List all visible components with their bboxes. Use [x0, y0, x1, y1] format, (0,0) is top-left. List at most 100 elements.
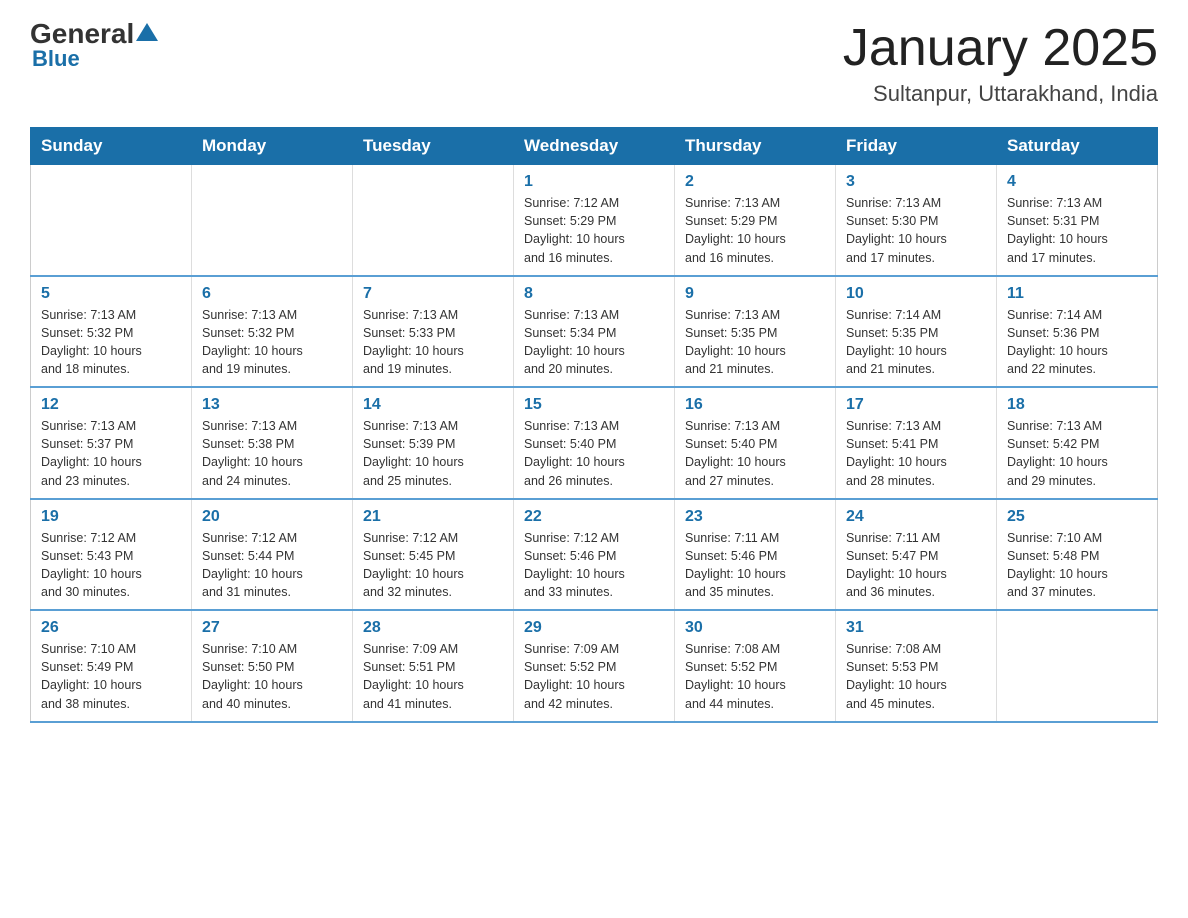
table-row: 26 Sunrise: 7:10 AM Sunset: 5:49 PM Dayli… — [31, 610, 192, 722]
page-header: General Blue January 2025 Sultanpur, Utt… — [30, 20, 1158, 107]
table-row: 8 Sunrise: 7:13 AM Sunset: 5:34 PM Daylig… — [514, 276, 675, 388]
day-number: 7 — [363, 285, 503, 303]
day-info: Sunrise: 7:13 AM Sunset: 5:40 PM Dayligh… — [524, 417, 664, 490]
day-number: 25 — [1007, 508, 1147, 526]
day-number: 18 — [1007, 396, 1147, 414]
table-row: 25 Sunrise: 7:10 AM Sunset: 5:48 PM Dayli… — [997, 499, 1158, 611]
day-number: 4 — [1007, 173, 1147, 191]
day-number: 1 — [524, 173, 664, 191]
col-wednesday: Wednesday — [514, 128, 675, 165]
table-row: 9 Sunrise: 7:13 AM Sunset: 5:35 PM Daylig… — [675, 276, 836, 388]
day-number: 16 — [685, 396, 825, 414]
day-info: Sunrise: 7:13 AM Sunset: 5:30 PM Dayligh… — [846, 194, 986, 267]
table-row: 10Sunrise: 7:14 AM Sunset: 5:35 PM Dayli… — [836, 276, 997, 388]
day-number: 11 — [1007, 285, 1147, 303]
calendar-week-row: 19Sunrise: 7:12 AM Sunset: 5:43 PM Dayli… — [31, 499, 1158, 611]
table-row — [997, 610, 1158, 722]
day-info: Sunrise: 7:13 AM Sunset: 5:34 PM Dayligh… — [524, 306, 664, 379]
table-row: 12 Sunrise: 7:13 AM Sunset: 5:37 PM Dayli… — [31, 387, 192, 499]
table-row: 24Sunrise: 7:11 AM Sunset: 5:47 PM Dayli… — [836, 499, 997, 611]
col-tuesday: Tuesday — [353, 128, 514, 165]
table-row: 17 Sunrise: 7:13 AM Sunset: 5:41 PM Dayli… — [836, 387, 997, 499]
day-info: Sunrise: 7:13 AM Sunset: 5:29 PM Dayligh… — [685, 194, 825, 267]
day-number: 31 — [846, 619, 986, 637]
table-row: 7 Sunrise: 7:13 AM Sunset: 5:33 PM Daylig… — [353, 276, 514, 388]
day-info: Sunrise: 7:11 AM Sunset: 5:46 PM Dayligh… — [685, 529, 825, 602]
day-info: Sunrise: 7:13 AM Sunset: 5:32 PM Dayligh… — [202, 306, 342, 379]
calendar-week-row: 1 Sunrise: 7:12 AM Sunset: 5:29 PM Daylig… — [31, 165, 1158, 276]
table-row: 29 Sunrise: 7:09 AM Sunset: 5:52 PM Dayli… — [514, 610, 675, 722]
calendar-subtitle: Sultanpur, Uttarakhand, India — [843, 81, 1158, 107]
day-number: 29 — [524, 619, 664, 637]
table-row: 1 Sunrise: 7:12 AM Sunset: 5:29 PM Daylig… — [514, 165, 675, 276]
table-row: 14 Sunrise: 7:13 AM Sunset: 5:39 PM Dayli… — [353, 387, 514, 499]
day-number: 9 — [685, 285, 825, 303]
logo-icon — [136, 23, 158, 41]
day-number: 8 — [524, 285, 664, 303]
day-number: 2 — [685, 173, 825, 191]
table-row: 2 Sunrise: 7:13 AM Sunset: 5:29 PM Daylig… — [675, 165, 836, 276]
table-row — [192, 165, 353, 276]
day-info: Sunrise: 7:13 AM Sunset: 5:39 PM Dayligh… — [363, 417, 503, 490]
day-info: Sunrise: 7:13 AM Sunset: 5:31 PM Dayligh… — [1007, 194, 1147, 267]
day-number: 28 — [363, 619, 503, 637]
table-row: 18Sunrise: 7:13 AM Sunset: 5:42 PM Dayli… — [997, 387, 1158, 499]
day-info: Sunrise: 7:13 AM Sunset: 5:32 PM Dayligh… — [41, 306, 181, 379]
day-info: Sunrise: 7:10 AM Sunset: 5:49 PM Dayligh… — [41, 640, 181, 713]
day-info: Sunrise: 7:13 AM Sunset: 5:37 PM Dayligh… — [41, 417, 181, 490]
day-number: 23 — [685, 508, 825, 526]
table-row: 3Sunrise: 7:13 AM Sunset: 5:30 PM Daylig… — [836, 165, 997, 276]
table-row: 4 Sunrise: 7:13 AM Sunset: 5:31 PM Daylig… — [997, 165, 1158, 276]
day-info: Sunrise: 7:12 AM Sunset: 5:45 PM Dayligh… — [363, 529, 503, 602]
table-row: 16Sunrise: 7:13 AM Sunset: 5:40 PM Dayli… — [675, 387, 836, 499]
day-info: Sunrise: 7:13 AM Sunset: 5:35 PM Dayligh… — [685, 306, 825, 379]
day-number: 14 — [363, 396, 503, 414]
day-info: Sunrise: 7:12 AM Sunset: 5:29 PM Dayligh… — [524, 194, 664, 267]
table-row: 28Sunrise: 7:09 AM Sunset: 5:51 PM Dayli… — [353, 610, 514, 722]
day-info: Sunrise: 7:13 AM Sunset: 5:33 PM Dayligh… — [363, 306, 503, 379]
table-row: 6 Sunrise: 7:13 AM Sunset: 5:32 PM Daylig… — [192, 276, 353, 388]
table-row: 5Sunrise: 7:13 AM Sunset: 5:32 PM Daylig… — [31, 276, 192, 388]
day-info: Sunrise: 7:10 AM Sunset: 5:50 PM Dayligh… — [202, 640, 342, 713]
calendar-week-row: 12 Sunrise: 7:13 AM Sunset: 5:37 PM Dayli… — [31, 387, 1158, 499]
day-number: 15 — [524, 396, 664, 414]
table-row: 11 Sunrise: 7:14 AM Sunset: 5:36 PM Dayli… — [997, 276, 1158, 388]
logo-general-text: General — [30, 20, 134, 48]
day-info: Sunrise: 7:14 AM Sunset: 5:35 PM Dayligh… — [846, 306, 986, 379]
day-number: 17 — [846, 396, 986, 414]
day-info: Sunrise: 7:08 AM Sunset: 5:53 PM Dayligh… — [846, 640, 986, 713]
table-row: 22 Sunrise: 7:12 AM Sunset: 5:46 PM Dayli… — [514, 499, 675, 611]
day-info: Sunrise: 7:13 AM Sunset: 5:38 PM Dayligh… — [202, 417, 342, 490]
title-section: January 2025 Sultanpur, Uttarakhand, Ind… — [843, 20, 1158, 107]
day-number: 21 — [363, 508, 503, 526]
day-info: Sunrise: 7:12 AM Sunset: 5:44 PM Dayligh… — [202, 529, 342, 602]
table-row — [353, 165, 514, 276]
day-number: 30 — [685, 619, 825, 637]
day-info: Sunrise: 7:08 AM Sunset: 5:52 PM Dayligh… — [685, 640, 825, 713]
day-number: 13 — [202, 396, 342, 414]
calendar-week-row: 5Sunrise: 7:13 AM Sunset: 5:32 PM Daylig… — [31, 276, 1158, 388]
col-thursday: Thursday — [675, 128, 836, 165]
table-row: 21 Sunrise: 7:12 AM Sunset: 5:45 PM Dayli… — [353, 499, 514, 611]
day-number: 20 — [202, 508, 342, 526]
day-number: 12 — [41, 396, 181, 414]
table-row: 30 Sunrise: 7:08 AM Sunset: 5:52 PM Dayli… — [675, 610, 836, 722]
table-row: 13 Sunrise: 7:13 AM Sunset: 5:38 PM Dayli… — [192, 387, 353, 499]
day-info: Sunrise: 7:10 AM Sunset: 5:48 PM Dayligh… — [1007, 529, 1147, 602]
table-row: 31 Sunrise: 7:08 AM Sunset: 5:53 PM Dayli… — [836, 610, 997, 722]
calendar-table: Sunday Monday Tuesday Wednesday Thursday… — [30, 127, 1158, 723]
day-number: 22 — [524, 508, 664, 526]
day-number: 19 — [41, 508, 181, 526]
table-row: 19Sunrise: 7:12 AM Sunset: 5:43 PM Dayli… — [31, 499, 192, 611]
day-info: Sunrise: 7:11 AM Sunset: 5:47 PM Dayligh… — [846, 529, 986, 602]
day-info: Sunrise: 7:13 AM Sunset: 5:41 PM Dayligh… — [846, 417, 986, 490]
day-info: Sunrise: 7:14 AM Sunset: 5:36 PM Dayligh… — [1007, 306, 1147, 379]
table-row: 20 Sunrise: 7:12 AM Sunset: 5:44 PM Dayli… — [192, 499, 353, 611]
day-number: 26 — [41, 619, 181, 637]
day-number: 6 — [202, 285, 342, 303]
col-monday: Monday — [192, 128, 353, 165]
day-info: Sunrise: 7:09 AM Sunset: 5:52 PM Dayligh… — [524, 640, 664, 713]
day-info: Sunrise: 7:12 AM Sunset: 5:46 PM Dayligh… — [524, 529, 664, 602]
calendar-header-row: Sunday Monday Tuesday Wednesday Thursday… — [31, 128, 1158, 165]
col-sunday: Sunday — [31, 128, 192, 165]
